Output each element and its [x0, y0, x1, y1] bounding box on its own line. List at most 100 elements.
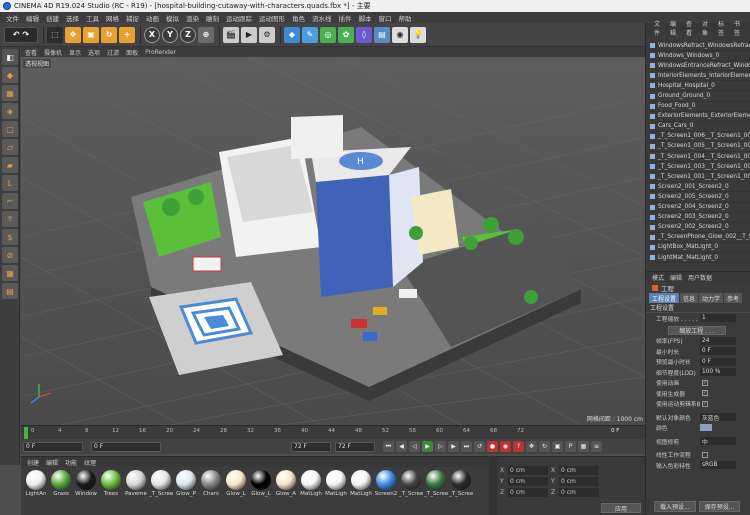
coordinate-system-icon[interactable]: ⊕: [198, 26, 214, 43]
rotate-tool-icon[interactable]: ↻: [101, 26, 117, 43]
object-list-item[interactable]: InteriorElements_InteriorElements_0: [650, 71, 750, 82]
preview-end-field[interactable]: 72 F: [335, 441, 375, 452]
viewport-menu-options[interactable]: 选项: [88, 48, 100, 57]
subdivision-icon[interactable]: ◎: [320, 26, 336, 43]
array-icon[interactable]: ✿: [338, 26, 354, 43]
object-list-item[interactable]: _T_Screen1_006__T_Screen1_006: [650, 132, 750, 142]
object-list-item[interactable]: _T_Screen1_001__T_Screen1_001: [650, 172, 750, 183]
light-icon[interactable]: 💡: [410, 26, 426, 43]
size-z-field[interactable]: 0 cm: [559, 488, 599, 497]
save-preset-button[interactable]: 保存预设...: [698, 501, 741, 512]
menu-plugins[interactable]: 插件: [339, 13, 352, 23]
material-swatch[interactable]: Glow_A: [274, 470, 298, 497]
object-list-item[interactable]: Screen2_005_Screen2_0: [650, 192, 750, 203]
om-menu-edit[interactable]: 编辑: [670, 19, 681, 37]
object-list-item[interactable]: Cars_Cars_0: [650, 122, 750, 132]
undo-icon[interactable]: ↶ ↷: [4, 26, 38, 43]
object-list-item[interactable]: Screen2_004_Screen2_0: [650, 203, 750, 213]
material-swatch[interactable]: _T_Scree: [149, 470, 173, 497]
use-motion-system-checkbox[interactable]: ✓: [702, 400, 708, 407]
material-tab-function[interactable]: 功能: [65, 458, 77, 467]
material-swatch[interactable]: MatLigh: [324, 470, 348, 497]
color-swatch[interactable]: [700, 424, 712, 432]
material-tab-create[interactable]: 创建: [27, 458, 39, 467]
material-swatch[interactable]: _T_Scree: [424, 470, 448, 497]
axis-z-button[interactable]: Z: [180, 26, 196, 43]
render-view-icon[interactable]: 🎬: [223, 26, 239, 43]
attr-menu-edit[interactable]: 编辑: [670, 273, 682, 282]
object-list-item[interactable]: WindowsEntranceRefract_WindowsEntrance: [650, 61, 750, 72]
polygons-mode-icon[interactable]: ▰: [2, 157, 18, 173]
tab-project-settings[interactable]: 工程设置: [649, 293, 680, 303]
prev-key-icon[interactable]: ◀: [396, 441, 407, 452]
menu-simulate[interactable]: 模拟: [166, 13, 179, 23]
size-y-field[interactable]: 0 cm: [559, 477, 599, 486]
current-frame-field[interactable]: 0 F: [91, 441, 161, 452]
viewport-menu-cameras[interactable]: 摄像机: [44, 48, 62, 57]
position-z-field[interactable]: 0 cm: [508, 488, 548, 497]
position-x-field[interactable]: 0 cm: [508, 466, 548, 475]
loop-icon[interactable]: ↺: [474, 441, 485, 452]
input-color-dropdown[interactable]: sRGB: [700, 461, 736, 470]
min-time-field[interactable]: 0 F: [700, 347, 736, 356]
camera-icon[interactable]: ◉: [392, 26, 408, 43]
position-key-icon[interactable]: ✥: [526, 441, 537, 452]
edges-mode-icon[interactable]: ▱: [2, 139, 18, 155]
object-list-item[interactable]: _T_Screen1_004__T_Screen1_004: [650, 152, 750, 163]
pen-icon[interactable]: ✎: [302, 26, 318, 43]
autokey-icon[interactable]: ◉: [500, 441, 511, 452]
object-list-item[interactable]: Windows_Windows_0: [650, 51, 750, 62]
menu-motion-tracker[interactable]: 运动跟踪: [226, 13, 252, 23]
material-swatch[interactable]: Trees: [99, 470, 123, 497]
axis-mode-icon[interactable]: L: [2, 175, 18, 191]
object-list-item[interactable]: _T_Screen1_003__T_Screen1_003: [650, 162, 750, 173]
view-clip-dropdown[interactable]: 中: [700, 437, 736, 446]
object-list-item[interactable]: _T_ScreenPhone_Glow_002__T_Scr: [650, 233, 750, 243]
material-swatch[interactable]: MatLigh: [299, 470, 323, 497]
add-tool-icon[interactable]: +: [119, 26, 135, 43]
menu-mograph[interactable]: 运动图形: [259, 13, 285, 23]
viewport-menu-display[interactable]: 显示: [69, 48, 81, 57]
viewport-menu-prorender[interactable]: ProRender: [145, 49, 176, 56]
end-frame-field[interactable]: 72 F: [291, 441, 331, 452]
viewport-menu-filter[interactable]: 过滤: [107, 48, 119, 57]
use-animation-checkbox[interactable]: ✓: [702, 379, 708, 386]
material-swatch[interactable]: Glow_P: [174, 470, 198, 497]
object-list-item[interactable]: _T_Screen1_005__T_Screen1_005: [650, 142, 750, 153]
menu-tools[interactable]: 工具: [86, 13, 99, 23]
perspective-viewport[interactable]: H 透视视图 网格间距 : 1000 cm: [21, 57, 645, 425]
attr-menu-userdata[interactable]: 用户数据: [688, 273, 712, 282]
object-list-item[interactable]: LightBox_MatLight_0: [650, 243, 750, 253]
menu-character[interactable]: 角色: [292, 13, 305, 23]
deformer-icon[interactable]: ◊: [356, 26, 372, 43]
scale-project-button[interactable]: 缩放工程 . . .: [668, 325, 726, 335]
material-swatch[interactable]: LightAn: [24, 470, 48, 497]
tab-dynamics[interactable]: 动力学: [699, 293, 724, 303]
menu-pipeline[interactable]: 流水线: [312, 13, 332, 23]
workplane-mode-icon[interactable]: ◈: [2, 103, 18, 119]
scale-tool-icon[interactable]: ▣: [83, 26, 99, 43]
next-frame-icon[interactable]: ▷: [435, 441, 446, 452]
snap-icon[interactable]: $: [2, 229, 18, 245]
model-mode-icon[interactable]: ◆: [2, 67, 18, 83]
use-generators-checkbox[interactable]: ✓: [702, 390, 708, 397]
render-settings-icon[interactable]: ⚙: [259, 26, 275, 43]
play-icon[interactable]: ▶: [422, 441, 433, 452]
om-menu-bookmarks[interactable]: 书签: [734, 19, 745, 37]
project-scale-field[interactable]: 1: [700, 314, 736, 323]
record-icon[interactable]: ●: [487, 441, 498, 452]
floor-icon[interactable]: ▤: [374, 26, 390, 43]
prev-frame-icon[interactable]: ◁: [409, 441, 420, 452]
render-picture-viewer-icon[interactable]: ▶: [241, 26, 257, 43]
next-key-icon[interactable]: ▶: [448, 441, 459, 452]
go-to-start-icon[interactable]: ⏮: [383, 441, 394, 452]
material-tab-texture[interactable]: 纹理: [84, 458, 96, 467]
default-color-dropdown[interactable]: 灰蓝色: [700, 413, 736, 422]
lod-field[interactable]: 100 %: [700, 368, 736, 377]
menu-sculpt[interactable]: 雕刻: [206, 13, 219, 23]
om-menu-object[interactable]: 对象: [702, 19, 713, 37]
viewport-menu-panel[interactable]: 面板: [126, 48, 138, 57]
menu-select[interactable]: 选择: [66, 13, 79, 23]
material-scrollbar[interactable]: [489, 456, 497, 515]
soft-selection-icon[interactable]: ⍟: [2, 211, 18, 227]
